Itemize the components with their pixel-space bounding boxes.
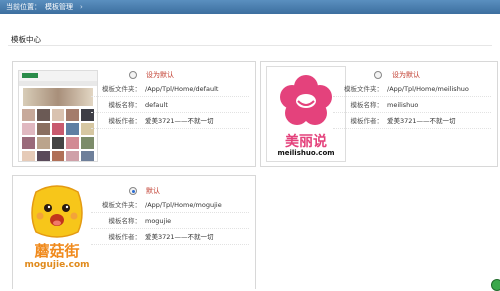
template-radio-default[interactable] [129, 71, 137, 79]
chevron-right-icon: › [80, 3, 83, 11]
template-path-row: 模板文件夹： /App/Tpl/Home/meilishuo [333, 83, 491, 97]
thumb-nav [19, 81, 97, 86]
path-value: /App/Tpl/Home/default [145, 85, 219, 93]
breadcrumb-current[interactable]: 模板管理 [45, 3, 73, 11]
name-label: 模板名称： [350, 101, 384, 109]
template-name-row: 模板名称： default [91, 99, 249, 113]
template-author-row: 模板作者： 爱美3721——不就一切 [333, 115, 491, 129]
mushroom-mascot-icon [31, 185, 83, 238]
path-label: 模板文件夹： [102, 85, 141, 93]
name-value: mogujie [145, 217, 172, 225]
meilishuo-logo-text: 美丽说 [285, 134, 327, 150]
breadcrumb-prefix: 当前位置： [6, 3, 41, 11]
path-value: /App/Tpl/Home/meilishuo [387, 85, 469, 93]
template-thumbnail-meilishuo[interactable]: 美丽说 meilishuo.com [266, 66, 346, 162]
template-thumbnail-default[interactable] [18, 70, 98, 162]
mogujie-logo-url: mogujie.com [24, 260, 90, 270]
path-label: 模板文件夹： [344, 85, 383, 93]
template-name-row: 模板名称： meilishuo [333, 99, 491, 113]
template-radio-mogujie[interactable] [129, 187, 137, 195]
template-path-row: 模板文件夹： /App/Tpl/Home/default [91, 83, 249, 97]
thumb-logo [22, 73, 38, 78]
template-radio-meilishuo[interactable] [374, 71, 382, 79]
name-value: meilishuo [387, 101, 419, 109]
template-thumbnail-mogujie[interactable]: 蘑菇街 mogujie.com [18, 182, 96, 286]
template-card-default: 设为默认 模板文件夹： /App/Tpl/Home/default 模板名称： de… [12, 61, 256, 167]
set-default-link[interactable]: 设为默认 [146, 70, 174, 80]
name-value: default [145, 101, 168, 109]
default-status: 默认 [146, 187, 160, 195]
breadcrumb: 当前位置： 模板管理 › [6, 2, 87, 12]
author-label: 模板作者： [108, 117, 142, 125]
template-card-mogujie: 蘑菇街 mogujie.com 默认 模板文件夹： /App/Tpl/Home/m… [12, 175, 256, 289]
template-name-row: 模板名称： mogujie [91, 215, 249, 229]
author-value: 爱美3721——不就一切 [145, 117, 214, 125]
template-card-meilishuo: 美丽说 meilishuo.com 设为默认 模板文件夹： /App/Tpl/Ho… [260, 61, 498, 167]
template-path-row: 模板文件夹： /App/Tpl/Home/mogujie [91, 199, 249, 213]
author-label: 模板作者： [350, 117, 384, 125]
page-title: 模板中心 [11, 35, 41, 44]
author-value: 爱美3721——不就一切 [387, 117, 456, 125]
set-default-link[interactable]: 设为默认 [392, 70, 420, 80]
thumb-banner [23, 88, 93, 106]
meilishuo-logo-url: meilishuo.com [277, 149, 335, 157]
author-value: 爱美3721——不就一切 [145, 233, 214, 241]
author-label: 模板作者： [108, 233, 142, 241]
template-author-row: 模板作者： 爱美3721——不就一切 [91, 231, 249, 245]
breadcrumb-bar: 当前位置： 模板管理 › [0, 0, 500, 14]
name-label: 模板名称： [108, 217, 142, 225]
path-value: /App/Tpl/Home/mogujie [145, 201, 222, 209]
template-author-row: 模板作者： 爱美3721——不就一切 [91, 115, 249, 129]
mogujie-logo-text: 蘑菇街 [34, 242, 80, 260]
name-label: 模板名称： [108, 101, 142, 109]
path-label: 模板文件夹： [102, 201, 141, 209]
divider [8, 45, 492, 46]
status-indicator-icon [491, 279, 500, 291]
thumb-product-grid [22, 109, 94, 161]
